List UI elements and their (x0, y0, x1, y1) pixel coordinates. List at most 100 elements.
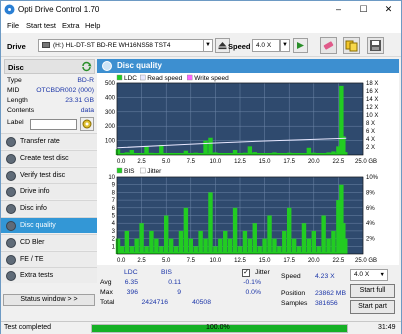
extra-tests-icon (6, 271, 16, 282)
eraser-icon (323, 41, 334, 50)
y-left-tick-label: 500 (105, 81, 116, 87)
y-right-tick-label: 2 X (366, 145, 375, 151)
status-text: Test completed (4, 324, 52, 331)
copy-button[interactable] (343, 37, 360, 54)
data-bar-bis (301, 223, 307, 254)
nav-item-fe-te[interactable]: FE / TE (1, 250, 97, 267)
arrow-right-icon (297, 42, 304, 49)
status-window-button[interactable]: Status window > > (3, 294, 95, 306)
stats-max-jitter: 0.0% (245, 289, 262, 296)
speed-select[interactable]: 4.0 X (252, 39, 280, 52)
data-bar-bis (183, 207, 189, 254)
nav-item-label: Drive info (20, 188, 50, 196)
data-bar-bis (306, 238, 312, 254)
data-bar-bis (208, 192, 213, 254)
stats-total-bis: 40508 (192, 299, 211, 306)
jitter-checkbox[interactable]: ✓ (242, 269, 250, 277)
nav-item-drive-info[interactable]: Drive info (1, 183, 97, 200)
y-right-tick-label: 18 X (366, 81, 378, 87)
progress-percent: 100.0% (206, 324, 230, 331)
menu-bar: File Start test Extra Help (1, 19, 401, 33)
toolbar: Drive (H:) HL-DT-ST BD-RE WH16NS58 TST4 … (1, 34, 401, 57)
minimize-button[interactable]: – (326, 1, 351, 18)
speed-stat-label: Speed (281, 273, 301, 280)
legend-label: LDC (124, 75, 137, 82)
position-value: 23862 MB (315, 290, 346, 297)
speed-stat-value: 4.23 X (315, 273, 335, 280)
nav-item-cd-bler[interactable]: CD Bler (1, 233, 97, 250)
menu-extra[interactable]: Extra (62, 21, 80, 30)
data-bar-ldc (203, 140, 208, 155)
speed-label: Speed (228, 42, 251, 51)
charts-svg: LDC Read speed Write speed 0.0 2.5 5.0 7.5 10.0… (97, 73, 399, 265)
y-right-tick-label: 8 X (366, 121, 375, 127)
disc-contents-value: data (80, 107, 94, 114)
data-bar-bis (242, 230, 248, 254)
x-tick-label: 22.5 (333, 258, 345, 264)
charts-area: LDC Read speed Write speed 0.0 2.5 5.0 7.5 10.0… (97, 73, 399, 265)
disc-quality-icon (6, 221, 16, 231)
y-right-tick-label: 4% (366, 221, 375, 227)
drive-select[interactable]: (H:) HL-DT-ST BD-RE WH16NS58 TST4 (38, 39, 204, 52)
nav-item-disc-info[interactable]: Disc info (1, 200, 97, 217)
menu-help[interactable]: Help (85, 21, 100, 30)
y-right-tick-label: 12 X (366, 105, 378, 111)
disc-label-apply-button[interactable] (80, 117, 94, 131)
stats-max-bis: 9 (177, 289, 181, 296)
menu-start-test[interactable]: Start test (26, 21, 56, 30)
drive-label: Drive (7, 42, 26, 51)
data-bar-bis (227, 238, 233, 254)
jitter-label: Jitter (255, 269, 270, 276)
nav-item-transfer-rate[interactable]: Transfer rate (1, 133, 97, 149)
data-bar-bis (326, 238, 331, 254)
legend-label: Jitter (147, 168, 162, 175)
test-speed-select[interactable]: 4.0 X ▼ (350, 269, 388, 281)
data-bar-bis (343, 238, 348, 254)
disc-label-input[interactable] (30, 119, 77, 130)
erase-button[interactable] (320, 37, 337, 54)
x-tick-label: 15.0 (259, 159, 271, 165)
data-bar-bis (252, 223, 257, 254)
series-floor-ldc (117, 153, 347, 155)
x-tick-label: 7.5 (187, 159, 196, 165)
data-bar-bis (262, 238, 267, 254)
nav-item-label: FE / TE (20, 255, 44, 263)
drive-select-value: (H:) HL-DT-ST BD-RE WH16NS58 TST4 (53, 42, 171, 49)
chevron-down-icon: ▼ (379, 272, 385, 278)
menu-file[interactable]: File (7, 21, 19, 30)
start-part-button[interactable]: Start part (350, 300, 395, 314)
start-full-button[interactable]: Start full (350, 284, 395, 298)
y-left-tick-label: 10 (108, 175, 115, 181)
refresh-icon[interactable] (81, 61, 92, 72)
app-window: Opti Drive Control 1.70 – ☐ ✕ File Start… (0, 0, 402, 334)
y-left-tick-label: 200 (105, 124, 116, 130)
status-bar: Test completed 100.0% 31:49 (1, 321, 401, 334)
x-tick-label: 15.0 (259, 258, 271, 264)
drive-dropdown-arrow-icon[interactable]: ▼ (203, 39, 213, 52)
nav-item-create-test-disc[interactable]: Create test disc (1, 149, 97, 166)
nav-item-disc-quality[interactable]: Disc quality (1, 217, 97, 233)
stats-total-label: Total (100, 299, 115, 306)
data-bar-bis (232, 207, 238, 254)
save-button[interactable] (367, 37, 384, 54)
disc-length-key: Length (7, 97, 28, 104)
legend-label: BIS (124, 168, 135, 175)
data-bar-bis (218, 238, 223, 254)
data-bar-bis (115, 238, 121, 254)
nav-item-extra-tests[interactable]: Extra tests (1, 267, 97, 284)
test-speed-select-value: 4.0 X (354, 271, 370, 278)
nav-item-label: CD Bler (20, 238, 45, 246)
position-label: Position (281, 290, 306, 297)
data-bar-bis (267, 215, 272, 254)
nav-item-verify-test-disc[interactable]: Verify test disc (1, 166, 97, 183)
maximize-button[interactable]: ☐ (351, 1, 376, 18)
x-tick-label: 17.5 (283, 159, 295, 165)
close-button[interactable]: ✕ (376, 1, 401, 18)
drive-info-icon (6, 187, 16, 198)
speed-dropdown-arrow-icon[interactable]: ▼ (280, 39, 290, 52)
data-bar-bis (291, 238, 297, 254)
apply-speed-button[interactable] (293, 38, 308, 53)
stats-panel: LDC BIS Avg 6.35 0.11 -0.1% Max 396 9 0.… (97, 265, 401, 321)
data-bar-bis (331, 230, 336, 254)
data-bar-bis (154, 238, 159, 254)
